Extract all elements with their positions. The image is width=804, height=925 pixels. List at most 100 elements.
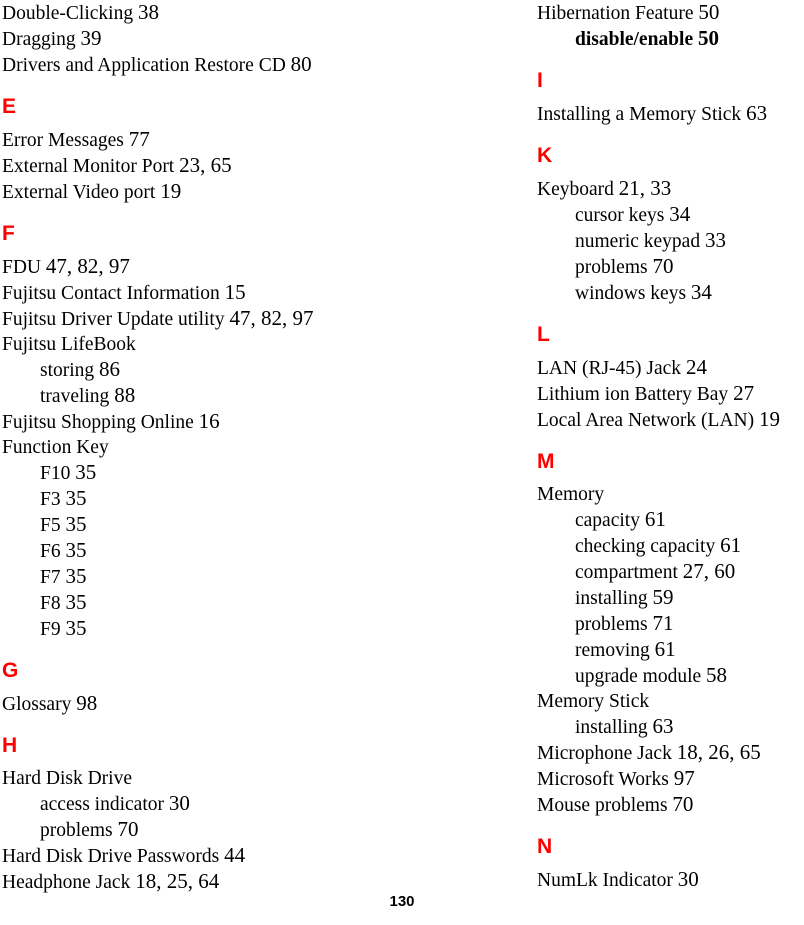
index-entry: NumLk Indicator 30 [537, 867, 798, 893]
index-entry-label: F3 [40, 489, 61, 510]
index-entry-label: disable/enable [575, 29, 694, 50]
index-entry: Fujitsu Driver Update utility 47, 82, 97 [2, 306, 392, 332]
index-entry-label: Error Messages [2, 130, 124, 151]
index-entry: Function Key [2, 435, 392, 460]
letter-heading-g: G [2, 659, 19, 682]
letter-heading-f: F [2, 222, 15, 245]
index-entry-pages: 47, 82, 97 [45, 254, 130, 278]
index-entry-pages: 27 [733, 381, 755, 405]
index-entry: Fujitsu LifeBook [2, 332, 392, 357]
index-entry: Dragging 39 [2, 26, 392, 52]
index-subentry: cursor keys 34 [537, 202, 798, 228]
index-subentry: storing 86 [2, 357, 392, 383]
index-entry-pages: 19 [759, 407, 780, 431]
index-subentry: F8 35 [2, 590, 392, 616]
index-entry-pages: 34 [690, 280, 712, 304]
index-entry-pages: 35 [65, 512, 87, 536]
index-subentry: installing 59 [537, 585, 798, 611]
index-entry-pages: 47, 82, 97 [229, 306, 314, 330]
index-entry-pages: 35 [65, 538, 87, 562]
index-subentry: problems 70 [2, 817, 392, 843]
index-subentry: checking capacity 61 [537, 533, 798, 559]
index-entry-pages: 19 [160, 179, 182, 203]
letter-heading-l: L [537, 323, 550, 346]
index-entry-label: numeric keypad [575, 231, 701, 252]
index-subentry: F10 35 [2, 460, 392, 486]
index-subentry: installing 63 [537, 714, 798, 740]
index-entry-pages: 63 [652, 714, 674, 738]
index-entry-pages: 70 [117, 817, 139, 841]
index-entry-pages: 30 [168, 791, 190, 815]
index-entry-pages: 15 [224, 280, 246, 304]
index-entry-label: Drivers and Application Restore CD [2, 55, 286, 76]
index-entry-label: Microsoft Works [537, 769, 669, 790]
index-entry-pages: 50 [697, 26, 719, 50]
index-subentry: F7 35 [2, 564, 392, 590]
index-entry-pages: 80 [290, 52, 312, 76]
index-entry-label: Double-Clicking [2, 3, 134, 24]
index-entry-label: External Video port [2, 182, 156, 203]
page-number: 130 [389, 893, 415, 910]
index-subentry: removing 61 [537, 637, 798, 663]
letter-heading-n: N [537, 835, 553, 858]
index-subentry: windows keys 34 [537, 280, 798, 306]
index-subentry: disable/enable 50 [537, 26, 798, 52]
index-entry: Microphone Jack 18, 26, 65 [537, 740, 798, 766]
index-entry-pages: 35 [75, 460, 97, 484]
index-entry: Installing a Memory Stick 63 [537, 101, 798, 127]
index-entry-label: F7 [40, 567, 61, 588]
index-subentry: numeric keypad 33 [537, 228, 798, 254]
index-entry-pages: 59 [652, 585, 674, 609]
index-subentry: access indicator 30 [2, 791, 392, 817]
index-entry-pages: 98 [76, 691, 98, 715]
index-entry-pages: 86 [99, 357, 121, 381]
index-entry-label: Memory Stick [537, 691, 650, 712]
index-entry-label: Glossary [2, 694, 72, 715]
index-entry-label: Dragging [2, 29, 76, 50]
index-page: Double-Clicking 38 Dragging 39 Drivers and… [0, 0, 804, 925]
index-subentry: compartment 27, 60 [537, 559, 798, 585]
index-column-right: Hibernation Feature 50 disable/enable 50 I… [402, 0, 804, 891]
index-subentry: F6 35 [2, 538, 392, 564]
index-entry-label: Hard Disk Drive Passwords [2, 846, 220, 867]
index-entry-label: FDU [2, 257, 42, 278]
index-entry-label: upgrade module [575, 666, 702, 687]
index-entry-pages: 23, 65 [179, 153, 232, 177]
index-entry-pages: 61 [720, 533, 742, 557]
index-entry-label: cursor keys [575, 205, 665, 226]
index-columns: Double-Clicking 38 Dragging 39 Drivers and… [0, 0, 804, 893]
index-column-left: Double-Clicking 38 Dragging 39 Drivers and… [0, 0, 402, 893]
index-entry: External Monitor Port 23, 65 [2, 153, 392, 179]
index-entry-pages: 88 [114, 383, 136, 407]
index-entry-label: F6 [40, 541, 61, 562]
index-entry-pages: 38 [137, 0, 159, 24]
index-entry-label: Mouse problems [537, 795, 668, 816]
index-entry-pages: 71 [652, 611, 674, 635]
index-entry: Error Messages 77 [2, 127, 392, 153]
index-entry-label: traveling [40, 386, 110, 407]
index-entry-label: Memory [537, 484, 605, 505]
index-entry: Keyboard 21, 33 [537, 176, 798, 202]
index-entry-pages: 30 [677, 867, 699, 891]
index-entry: Fujitsu Shopping Online 16 [2, 409, 392, 435]
index-subentry: F5 35 [2, 512, 392, 538]
index-entry: FDU 47, 82, 97 [2, 254, 392, 280]
index-entry-label: checking capacity [575, 536, 716, 557]
index-entry-label: F9 [40, 619, 61, 640]
index-entry-label: Lithium ion Battery Bay [537, 384, 729, 405]
index-entry-label: removing [575, 640, 650, 661]
index-entry-pages: 34 [669, 202, 691, 226]
index-entry: Double-Clicking 38 [2, 0, 392, 26]
index-entry-label: Fujitsu Contact Information [2, 283, 220, 304]
index-subentry: F3 35 [2, 486, 392, 512]
index-entry: Headphone Jack 18, 25, 64 [2, 869, 392, 895]
index-entry-pages: 35 [65, 590, 87, 614]
index-entry-pages: 18, 26, 65 [676, 740, 761, 764]
index-entry-label: Microphone Jack [537, 743, 672, 764]
letter-heading-i: I [537, 69, 543, 92]
index-entry-label: Hard Disk Drive [2, 768, 132, 789]
index-entry: Hard Disk Drive [2, 766, 392, 791]
index-entry-label: Headphone Jack [2, 872, 131, 893]
index-entry-label: Keyboard [537, 179, 614, 200]
index-entry-pages: 35 [65, 616, 87, 640]
